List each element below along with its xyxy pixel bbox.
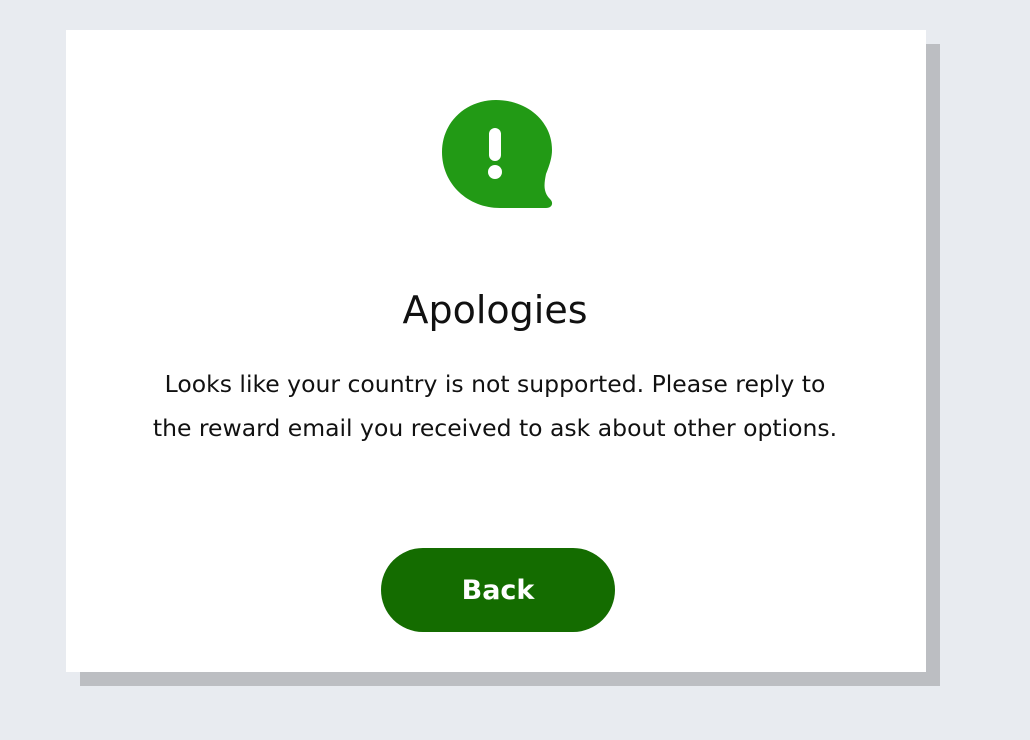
alert-chat-bubble-icon	[440, 98, 554, 210]
page-title: Apologies	[402, 288, 588, 332]
back-button[interactable]: Back	[381, 548, 615, 632]
unsupported-country-message: Looks like your country is not supported…	[152, 370, 838, 442]
